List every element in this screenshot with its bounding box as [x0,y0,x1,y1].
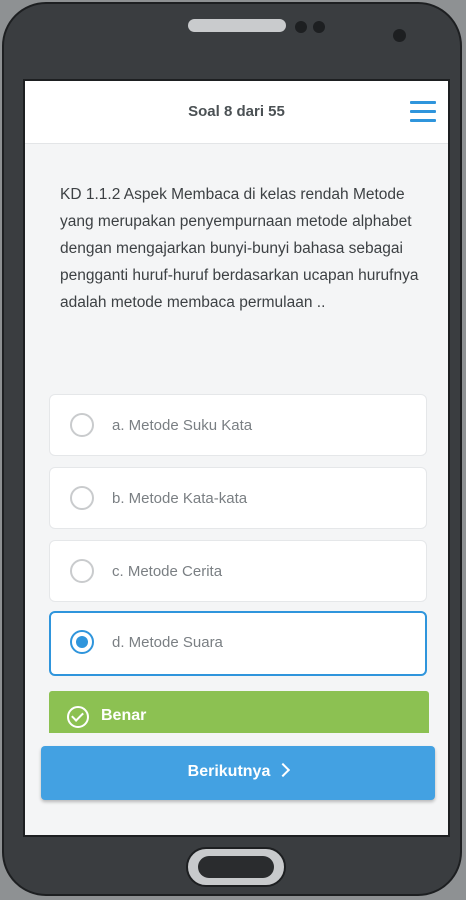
result-label: Benar [101,707,147,724]
radio-button-icon[interactable] [70,559,94,583]
radio-button-icon[interactable] [70,486,94,510]
sensor-dot [295,21,307,33]
radio-button-selected-icon[interactable] [70,630,94,654]
next-button-label: Berikutnya [187,763,271,780]
chevron-right-icon [276,762,291,778]
option-d[interactable]: d. Metode Suara [49,611,427,676]
option-label: c. Metode Cerita [112,563,223,580]
option-a[interactable]: a. Metode Suku Kata [49,394,427,456]
page-title: Soal 8 dari 55 [188,103,285,120]
next-button[interactable]: Berikutnya [41,746,435,800]
phone-speaker [188,19,286,32]
check-circle-icon [67,706,89,728]
option-label: d. Metode Suara [112,634,223,651]
option-label: b. Metode Kata-kata [112,490,248,507]
option-label: a. Metode Suku Kata [112,417,253,434]
front-camera [393,29,406,42]
top-bar: Soal 8 dari 55 [25,81,448,144]
radio-button-icon[interactable] [70,413,94,437]
sensor-dot [313,21,325,33]
phone-frame: Soal 8 dari 55 KD 1.1.2 Aspek Membaca di… [2,2,462,896]
home-button[interactable] [186,847,286,887]
question-text: KD 1.1.2 Aspek Membaca di kelas rendah M… [60,186,419,311]
option-c[interactable]: c. Metode Cerita [49,540,427,602]
app-screen: Soal 8 dari 55 KD 1.1.2 Aspek Membaca di… [23,79,450,837]
option-b[interactable]: b. Metode Kata-kata [49,467,427,529]
hamburger-menu-icon[interactable] [410,101,436,123]
